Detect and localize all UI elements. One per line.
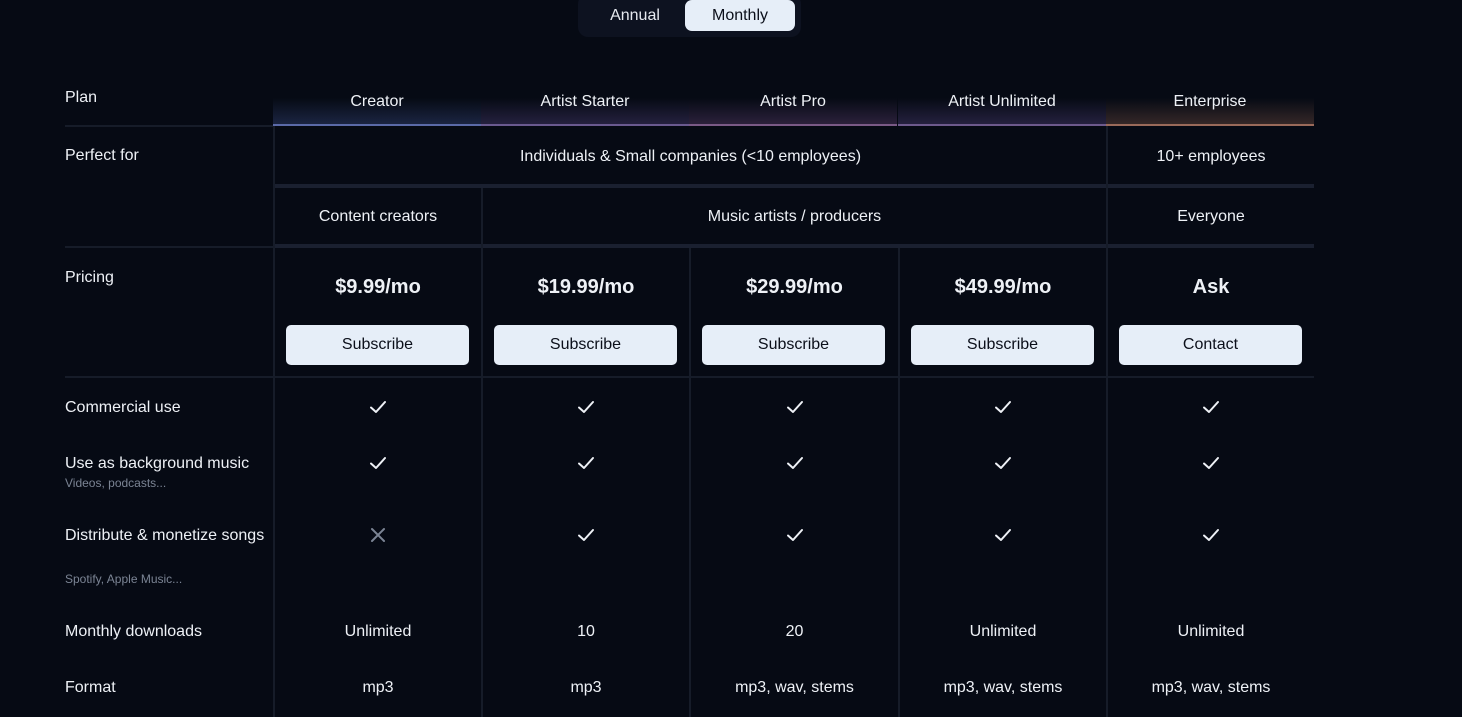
audience-everyone: Everyone [1177, 208, 1245, 225]
price-creator: $9.99/mo [335, 275, 421, 298]
plan-name: Artist Starter [540, 93, 630, 110]
subscribe-artist-pro-button[interactable]: Subscribe [702, 325, 885, 365]
downloads-enterprise: Unlimited [1177, 623, 1245, 640]
downloads-creator: Unlimited [344, 623, 412, 640]
plan-name: Artist Pro [760, 93, 826, 110]
check-icon [578, 401, 594, 413]
format-artist-unlimited: mp3, wav, stems [943, 679, 1063, 696]
check-icon [787, 529, 803, 541]
format-artist-pro: mp3, wav, stems [735, 679, 854, 696]
check-icon [578, 529, 594, 541]
price-artist-pro: $29.99/mo [746, 275, 843, 298]
check-icon [995, 401, 1011, 413]
check-icon [1203, 457, 1219, 469]
company-size-large: 10+ employees [1156, 148, 1266, 165]
row-divider [65, 125, 273, 127]
monthly-downloads-label: Monthly downloads [65, 623, 202, 640]
format-creator: mp3 [362, 679, 394, 696]
price-artist-unlimited: $49.99/mo [954, 275, 1052, 298]
pricing-label: Pricing [65, 269, 114, 286]
audience-creator: Content creators [318, 208, 438, 225]
format-label: Format [65, 679, 116, 696]
column-divider [689, 248, 691, 717]
billing-toggle: Annual Monthly [578, 0, 801, 37]
contact-enterprise-button[interactable]: Contact [1119, 325, 1302, 365]
company-size-small: Individuals & Small companies (<10 emplo… [519, 148, 862, 165]
downloads-artist-pro: 20 [785, 623, 804, 640]
audience-artists: Music artists / producers [707, 208, 882, 225]
plan-header-artist-starter: Artist Starter [481, 78, 689, 126]
downloads-artist-starter: 10 [577, 623, 595, 640]
cross-icon [371, 528, 385, 542]
plan-name: Artist Unlimited [948, 93, 1056, 110]
format-artist-starter: mp3 [570, 679, 602, 696]
subscribe-creator-button[interactable]: Subscribe [286, 325, 469, 365]
monthly-toggle-button[interactable]: Monthly [685, 0, 795, 31]
subscribe-artist-unlimited-button[interactable]: Subscribe [911, 325, 1094, 365]
plan-header-artist-pro: Artist Pro [689, 78, 897, 126]
check-icon [578, 457, 594, 469]
plan-name: Creator [350, 93, 404, 110]
plan-header-artist-unlimited: Artist Unlimited [898, 78, 1106, 126]
column-divider [898, 248, 900, 717]
plan-row-label: Plan [65, 89, 98, 106]
check-icon [1203, 529, 1219, 541]
check-icon [1203, 401, 1219, 413]
check-icon [370, 401, 386, 413]
check-icon [787, 401, 803, 413]
subscribe-artist-starter-button[interactable]: Subscribe [494, 325, 677, 365]
check-icon [787, 457, 803, 469]
distribute-sublabel: Spotify, Apple Music... [65, 572, 183, 586]
background-music-sublabel: Videos, podcasts... [65, 476, 167, 490]
check-icon [995, 457, 1011, 469]
plan-header-creator: Creator [273, 78, 481, 126]
check-icon [995, 529, 1011, 541]
annual-toggle-button[interactable]: Annual [586, 0, 684, 31]
plan-header-enterprise: Enterprise [1106, 78, 1314, 126]
commercial-use-label: Commercial use [65, 399, 181, 416]
distribute-label: Distribute & monetize songs [65, 527, 265, 544]
format-enterprise: mp3, wav, stems [1151, 679, 1271, 696]
price-artist-starter: $19.99/mo [537, 275, 635, 298]
price-enterprise: Ask [1192, 275, 1230, 298]
perfect-for-label: Perfect for [65, 147, 139, 164]
downloads-artist-unlimited: Unlimited [969, 623, 1037, 640]
check-icon [370, 457, 386, 469]
background-music-label: Use as background music [65, 455, 250, 472]
plan-name: Enterprise [1173, 93, 1247, 110]
